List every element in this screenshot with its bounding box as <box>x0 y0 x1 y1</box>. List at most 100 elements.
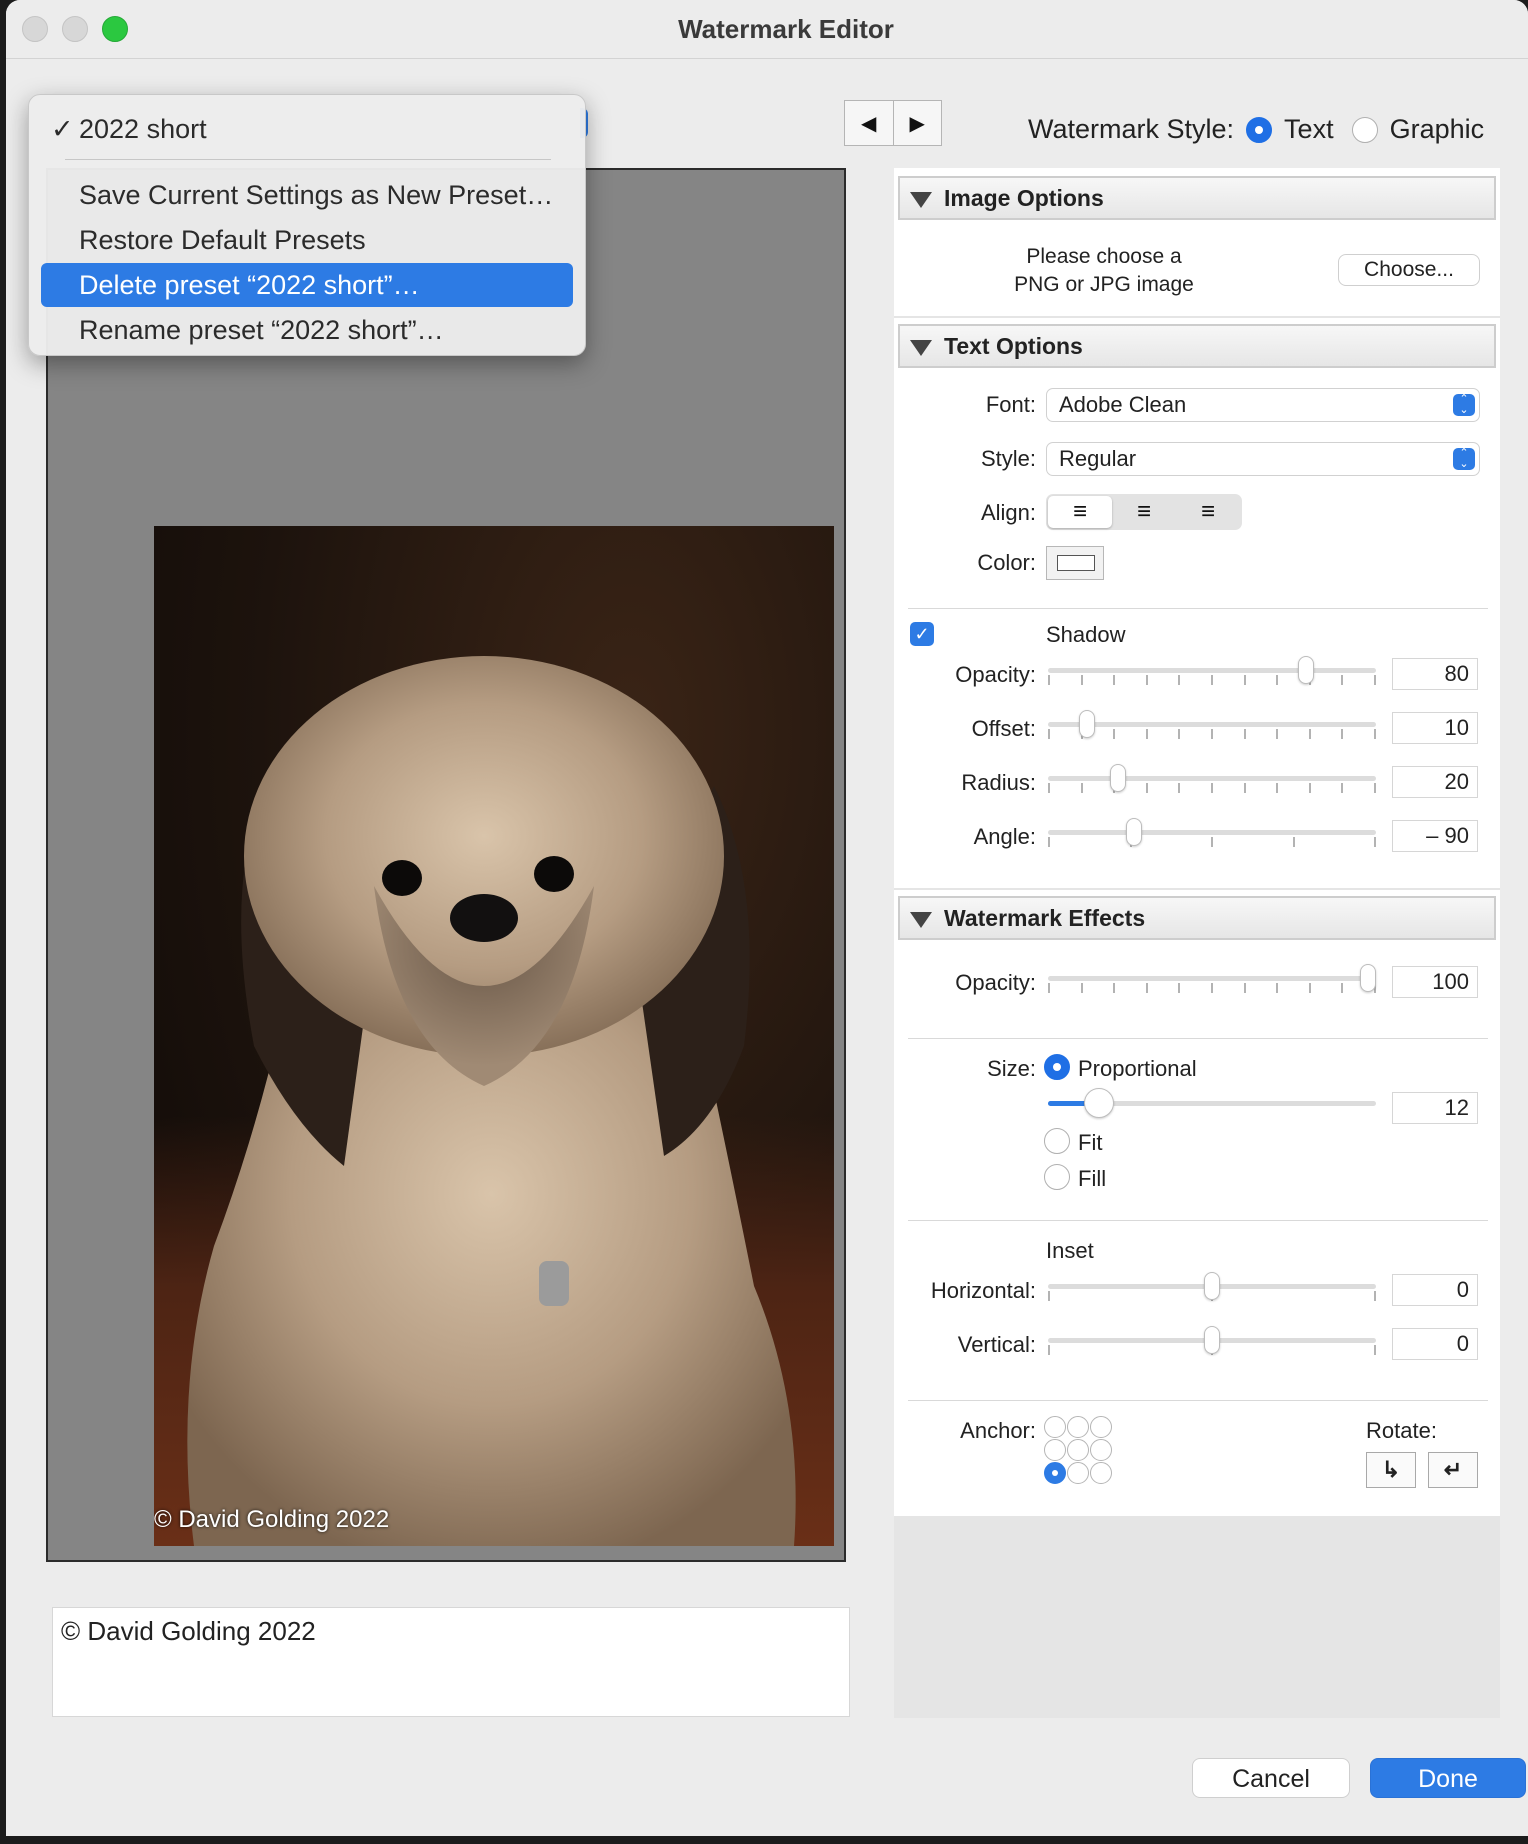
anchor-center[interactable] <box>1067 1439 1089 1461</box>
effects-opacity-slider[interactable] <box>1048 963 1376 993</box>
rotate-counterclockwise-icon: ↵ <box>1443 1457 1463 1482</box>
shadow-offset-field[interactable]: 10 <box>1392 712 1478 744</box>
slider-tick <box>1048 1291 1050 1301</box>
vertical-inset-slider[interactable] <box>1048 1325 1376 1355</box>
slider-tick <box>1081 675 1083 685</box>
anchor-middle-left[interactable] <box>1044 1439 1066 1461</box>
size-proportional-radio[interactable] <box>1044 1054 1070 1080</box>
size-value-field[interactable]: 12 <box>1392 1092 1478 1124</box>
menu-item-rename-preset[interactable]: Rename preset “2022 short”… <box>41 308 573 352</box>
preset-menu: ✓ 2022 short Save Current Settings as Ne… <box>28 94 586 356</box>
image-options-header[interactable]: Image Options <box>898 176 1496 220</box>
shadow-opacity-slider[interactable] <box>1048 655 1376 685</box>
slider-track <box>1048 668 1376 673</box>
style-text-radio[interactable] <box>1246 116 1273 143</box>
inset-label: Inset <box>1046 1238 1094 1263</box>
anchor-middle-right[interactable] <box>1090 1439 1112 1461</box>
title-bar: Watermark Editor <box>6 0 1528 59</box>
slider-track <box>1048 722 1376 727</box>
horizontal-inset-label: Horizontal: <box>930 1278 1036 1303</box>
text-options-header[interactable]: Text Options <box>898 324 1496 368</box>
watermark-effects-header[interactable]: Watermark Effects <box>898 896 1496 940</box>
image-choose-prompt: Please choose a PNG or JPG image <box>1014 245 1194 296</box>
shadow-radius-field[interactable]: 20 <box>1392 766 1478 798</box>
slider-thumb[interactable] <box>1110 764 1126 792</box>
style-select[interactable]: Regular ⌃ ⌄ <box>1046 442 1480 476</box>
horizontal-inset-field[interactable]: 0 <box>1392 1274 1478 1306</box>
font-label: Font: <box>985 392 1036 417</box>
shadow-checkbox[interactable]: ✓ <box>910 622 934 646</box>
slider-thumb[interactable] <box>1298 656 1314 684</box>
font-select[interactable]: Adobe Clean ⌃ ⌄ <box>1046 388 1480 422</box>
slider-tick <box>1146 675 1148 685</box>
slider-thumb[interactable] <box>1360 964 1376 992</box>
menu-item-current-preset[interactable]: ✓ 2022 short <box>41 107 573 151</box>
align-center-icon[interactable]: ≡ <box>1112 496 1176 528</box>
watermark-text-field[interactable]: © David Golding 2022 <box>52 1607 850 1717</box>
anchor-top-right[interactable] <box>1090 1416 1112 1438</box>
align-segmented-control: ≡ ≡ ≡ <box>1046 494 1242 530</box>
previous-image-button[interactable]: ◀ <box>845 101 893 145</box>
slider-thumb[interactable] <box>1126 818 1142 846</box>
slider-tick <box>1341 983 1343 993</box>
size-fit-label[interactable]: Fit <box>1078 1130 1102 1156</box>
next-image-button[interactable]: ▶ <box>892 101 942 145</box>
menu-item-delete-preset[interactable]: Delete preset “2022 short”… <box>41 263 573 307</box>
slider-thumb[interactable] <box>1079 710 1095 738</box>
shadow-opacity-field[interactable]: 80 <box>1392 658 1478 690</box>
anchor-bottom-right[interactable] <box>1090 1462 1112 1484</box>
menu-item-save-preset[interactable]: Save Current Settings as New Preset… <box>41 173 573 217</box>
size-proportional-label[interactable]: Proportional <box>1078 1056 1197 1082</box>
cancel-button[interactable]: Cancel <box>1192 1758 1350 1798</box>
vertical-inset-field[interactable]: 0 <box>1392 1328 1478 1360</box>
slider-thumb[interactable] <box>1204 1272 1220 1300</box>
watermark-style-label: Watermark Style: <box>1028 114 1235 144</box>
horizontal-inset-slider[interactable] <box>1048 1271 1376 1301</box>
shadow-angle-field[interactable]: – 90 <box>1392 820 1478 852</box>
shadow-offset-slider[interactable] <box>1048 709 1376 739</box>
done-button[interactable]: Done <box>1370 1758 1526 1798</box>
rotate-counterclockwise-button[interactable]: ↵ <box>1428 1452 1478 1488</box>
align-right-icon[interactable]: ≡ <box>1176 496 1240 528</box>
slider-tick <box>1374 1345 1376 1355</box>
shadow-label: Shadow <box>1046 622 1126 647</box>
slider-tick <box>1113 983 1115 993</box>
slider-tick <box>1211 783 1213 793</box>
anchor-bottom-center[interactable] <box>1067 1462 1089 1484</box>
slider-thumb[interactable] <box>1084 1088 1114 1118</box>
menu-item-restore-presets[interactable]: Restore Default Presets <box>41 218 573 262</box>
slider-thumb[interactable] <box>1204 1326 1220 1354</box>
rotate-clockwise-button[interactable]: ↳ <box>1366 1452 1416 1488</box>
effects-opacity-field[interactable]: 100 <box>1392 966 1478 998</box>
anchor-top-left[interactable] <box>1044 1416 1066 1438</box>
slider-tick <box>1048 1345 1050 1355</box>
shadow-angle-label: Angle: <box>973 824 1036 849</box>
style-text-label[interactable]: Text <box>1284 114 1334 145</box>
align-left-icon[interactable]: ≡ <box>1048 496 1112 528</box>
style-graphic-radio[interactable] <box>1351 116 1378 143</box>
slider-tick <box>1244 783 1246 793</box>
slider-tick <box>1048 675 1050 685</box>
slider-track <box>1048 830 1376 835</box>
text-color-swatch[interactable] <box>1046 546 1104 580</box>
slider-tick <box>1276 783 1278 793</box>
size-fit-radio[interactable] <box>1044 1128 1070 1154</box>
slider-tick <box>1146 783 1148 793</box>
slider-tick <box>1341 729 1343 739</box>
slider-tick <box>1244 675 1246 685</box>
disclosure-triangle-icon <box>910 340 932 356</box>
style-graphic-label[interactable]: Graphic <box>1390 114 1485 145</box>
size-fill-label[interactable]: Fill <box>1078 1166 1106 1192</box>
choose-image-button[interactable]: Choose... <box>1338 254 1480 286</box>
preview-photo: © David Golding 2022 <box>154 526 834 1546</box>
slider-tick <box>1341 783 1343 793</box>
shadow-radius-slider[interactable] <box>1048 763 1376 793</box>
slider-tick <box>1113 675 1115 685</box>
slider-tick <box>1178 675 1180 685</box>
disclosure-triangle-icon <box>910 192 932 208</box>
size-slider[interactable] <box>1048 1088 1376 1118</box>
size-fill-radio[interactable] <box>1044 1164 1070 1190</box>
anchor-top-center[interactable] <box>1067 1416 1089 1438</box>
shadow-angle-slider[interactable] <box>1048 817 1376 847</box>
anchor-bottom-left[interactable] <box>1044 1462 1066 1484</box>
